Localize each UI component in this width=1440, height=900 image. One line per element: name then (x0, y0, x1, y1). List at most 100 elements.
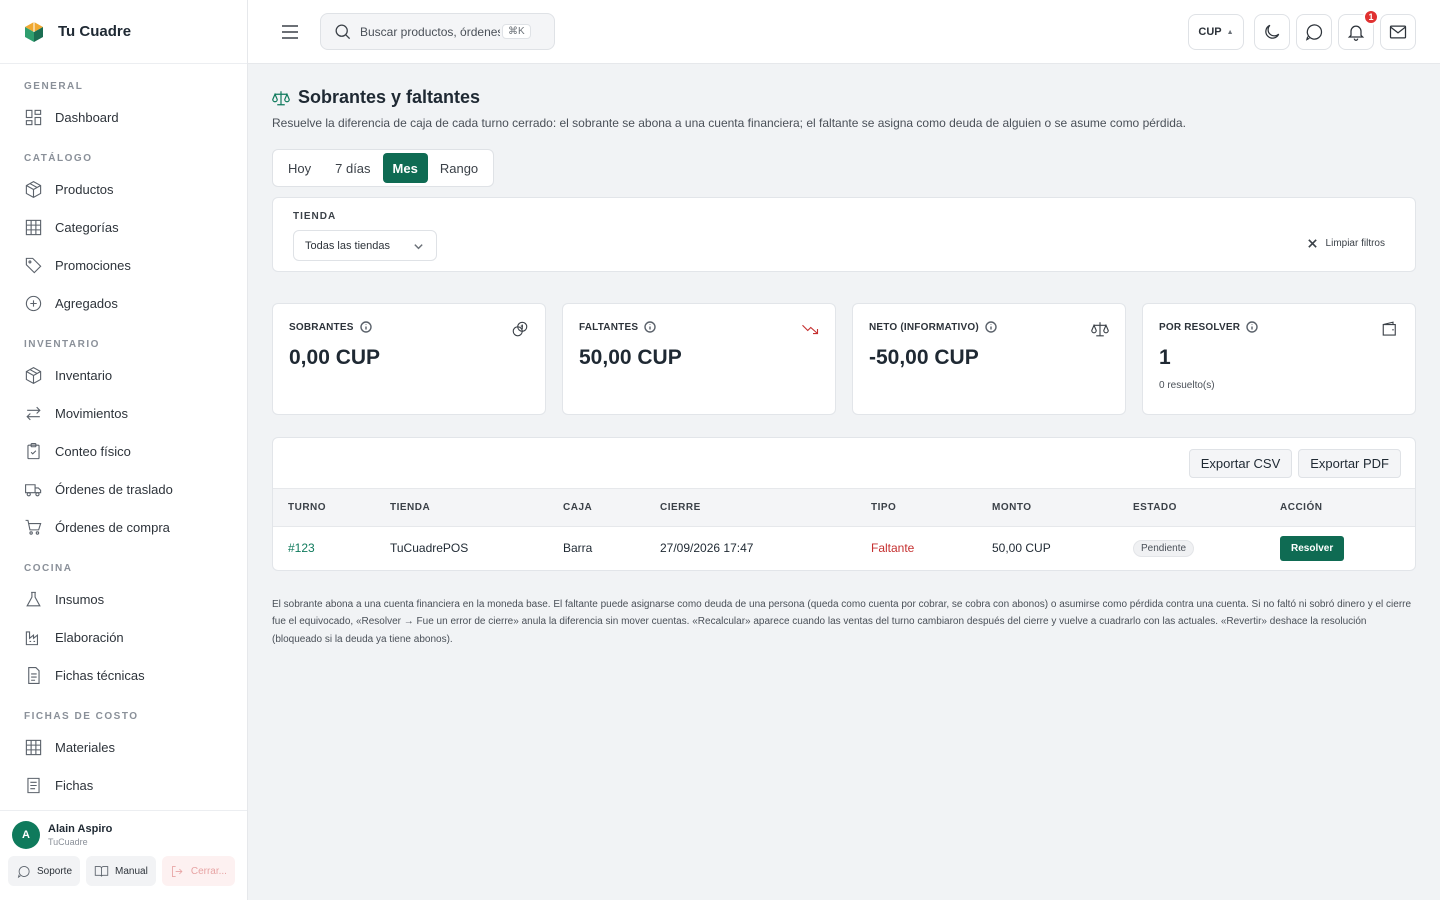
column-header[interactable]: ESTADO (1118, 489, 1265, 527)
search-box[interactable]: ⌘K (320, 13, 555, 50)
resolve-button[interactable]: Resolver (1280, 535, 1345, 561)
kpi-por-resolver: POR RESOLVER 1 0 resuelto(s) (1142, 303, 1416, 415)
cell-tienda: TuCuadrePOS (390, 541, 469, 556)
sidebar-item-ordenes-traslado[interactable]: Órdenes de traslado (0, 470, 247, 508)
period-7-dias[interactable]: 7 días (323, 153, 382, 183)
column-header[interactable]: MONTO (977, 489, 1118, 527)
currency-select[interactable]: CUP ▲ (1188, 14, 1244, 50)
sidebar-item-label: Fichas técnicas (55, 667, 145, 683)
sidebar-item-label: Fichas (55, 777, 94, 793)
arrows-icon (26, 406, 41, 420)
kpi-value: 50,00 CUP (579, 346, 682, 369)
info-icon[interactable] (985, 321, 997, 333)
sidebar-item-label: Elaboración (55, 629, 124, 645)
sidebar-item-insumos[interactable]: Insumos (0, 580, 247, 618)
column-header[interactable]: TIENDA (375, 489, 548, 527)
nav-section-title: CATÁLOGO (24, 152, 93, 164)
sidebar-item-elaboracion[interactable]: Elaboración (0, 618, 247, 656)
store-select-value: Todas las tiendas (305, 239, 390, 252)
document-icon (28, 666, 40, 684)
coins-icon (512, 321, 528, 337)
sidebar-item-conteo-fisico[interactable]: Conteo físico (0, 432, 247, 470)
brand[interactable]: Tu Cuadre (0, 0, 247, 64)
search-shortcut: ⌘K (502, 24, 531, 39)
sidebar-item-agregados[interactable]: Agregados (0, 284, 247, 322)
column-header[interactable]: TIPO (856, 489, 977, 527)
box-icon (25, 366, 42, 384)
results-table-card: Exportar CSV Exportar PDF TURNO TIENDA C… (272, 437, 1416, 571)
status-badge: Pendiente (1133, 539, 1195, 557)
avatar: A (12, 821, 40, 849)
period-selector: Hoy 7 días Mes Rango (272, 149, 495, 187)
nav-section-title: INVENTARIO (24, 338, 100, 350)
info-icon[interactable] (644, 321, 656, 333)
store-select[interactable]: Todas las tiendas (293, 230, 437, 261)
info-icon[interactable] (359, 321, 372, 333)
sidebar-item-label: Órdenes de traslado (55, 481, 173, 497)
logout-button[interactable]: Cerrar... (161, 856, 235, 886)
user-profile[interactable]: A Alain Aspiro TuCuadre (0, 811, 247, 849)
nav-section-title: GENERAL (24, 80, 84, 92)
theme-toggle-button[interactable] (1254, 14, 1290, 50)
sidebar-item-materiales[interactable]: Materiales (0, 728, 247, 766)
manual-button[interactable]: Manual (86, 856, 156, 886)
nav-section-title: COCINA (24, 562, 73, 574)
truck-icon (25, 483, 42, 496)
export-csv-button[interactable]: Exportar CSV (1188, 448, 1293, 478)
column-header[interactable]: CIERRE (645, 489, 856, 527)
kpi-sobrantes: SOBRANTES 0,00 CUP (272, 303, 546, 415)
period-rango[interactable]: Rango (428, 153, 490, 183)
sidebar-item-fichas-tecnicas[interactable]: Fichas técnicas (0, 656, 247, 694)
chat-icon (1305, 24, 1323, 41)
menu-button[interactable] (278, 20, 302, 44)
sidebar-item-movimientos[interactable]: Movimientos (0, 394, 247, 432)
chat-icon (17, 865, 30, 878)
sidebar-item-inventario[interactable]: Inventario (0, 356, 247, 394)
wallet-icon (1382, 321, 1396, 336)
mail-button[interactable] (1380, 14, 1416, 50)
sidebar-item-dashboard[interactable]: Dashboard (0, 98, 247, 136)
column-header[interactable]: CAJA (548, 489, 645, 527)
sidebar-item-promociones[interactable]: Promociones (0, 246, 247, 284)
mail-icon (1389, 25, 1407, 39)
kpi-label: FALTANTES (579, 321, 639, 333)
kpi-subtext: 0 resuelto(s) (1159, 380, 1215, 391)
nav-section-title: FICHAS DE COSTO (24, 710, 139, 722)
kpi-label: POR RESOLVER (1159, 321, 1241, 333)
kpi-value: 0,00 CUP (289, 346, 381, 369)
clear-filters-label: Limpiar filtros (1325, 238, 1385, 249)
search-input[interactable] (360, 24, 500, 39)
sidebar: Tu Cuadre GENERAL Dashboard CATÁLOGO Pro… (0, 0, 248, 900)
sidebar-item-label: Promociones (55, 257, 131, 273)
sidebar-item-label: Categorías (55, 219, 119, 235)
support-label: Soporte (37, 865, 73, 877)
sidebar-item-label: Órdenes de compra (55, 519, 170, 535)
clear-filters-button[interactable]: Limpiar filtros (1307, 238, 1385, 249)
chat-button[interactable] (1296, 14, 1332, 50)
kpi-faltantes: FALTANTES 50,00 CUP (562, 303, 836, 415)
sidebar-item-productos[interactable]: Productos (0, 170, 247, 208)
main-content: Sobrantes y faltantes Resuelve la difere… (272, 64, 1416, 648)
page-description: Resuelve la diferencia de caja de cada t… (272, 116, 1186, 130)
support-button[interactable]: Soporte (8, 856, 81, 886)
shift-link[interactable]: #123 (288, 541, 315, 555)
period-mes[interactable]: Mes (382, 153, 428, 183)
clipboard-icon (27, 442, 40, 459)
sidebar-nav: GENERAL Dashboard CATÁLOGO Productos Cat… (0, 64, 247, 810)
notifications-button[interactable]: 1 (1338, 9, 1379, 50)
close-icon (1307, 239, 1317, 248)
cell-cierre: 27/09/2026 17:47 (660, 541, 754, 556)
sidebar-item-label: Productos (55, 181, 114, 197)
sidebar-item-categorias[interactable]: Categorías (0, 208, 247, 246)
logout-icon (171, 865, 183, 877)
info-icon[interactable] (1246, 321, 1258, 333)
topbar: ⌘K CUP ▲ 1 (248, 0, 1440, 64)
export-pdf-button[interactable]: Exportar PDF (1298, 448, 1401, 478)
kpi-value: -50,00 CUP (869, 346, 979, 369)
logout-label: Cerrar... (190, 865, 227, 877)
logo-icon (25, 21, 43, 42)
period-hoy[interactable]: Hoy (276, 153, 323, 183)
sidebar-item-fichas[interactable]: Fichas (0, 766, 247, 804)
sidebar-item-ordenes-compra[interactable]: Órdenes de compra (0, 508, 247, 546)
column-header[interactable]: TURNO (273, 489, 375, 527)
